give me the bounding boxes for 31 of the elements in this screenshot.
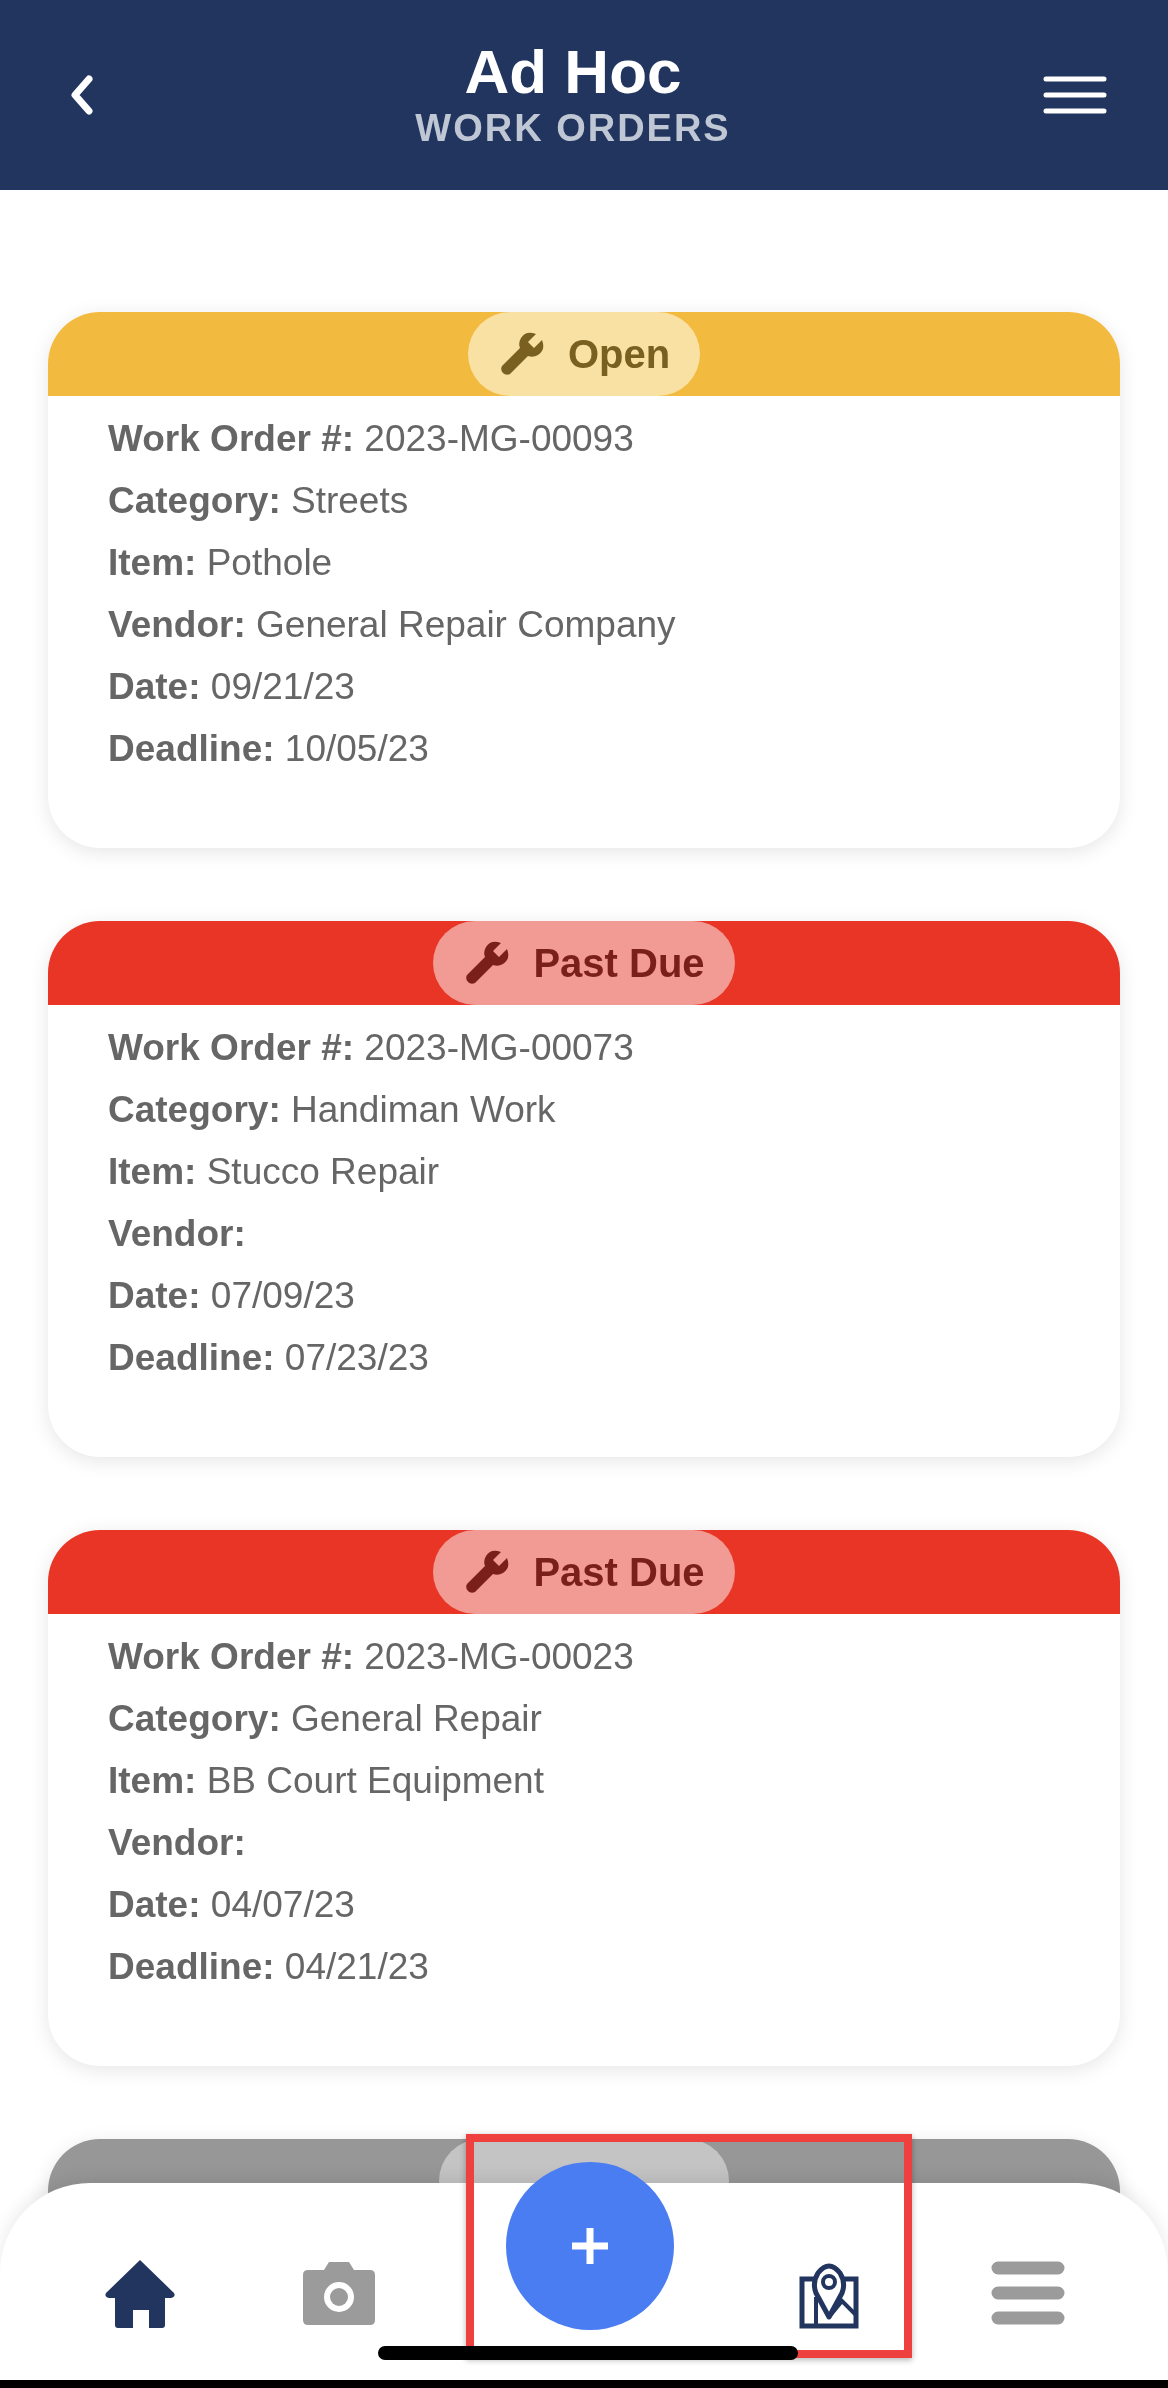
detail-line: Deadline: 04/21/23 — [108, 1945, 430, 1989]
status-label: Past Due — [533, 1549, 705, 1596]
detail-line: Item: Pothole — [108, 541, 334, 585]
plus-icon — [569, 2225, 611, 2267]
detail-line: Deadline: 10/05/23 — [108, 727, 430, 771]
detail-line: Item: Stucco Repair — [108, 1150, 441, 1194]
detail-line: Category: Handiman Work — [108, 1088, 557, 1132]
detail-line: Work Order #: 2023-MG-00073 — [108, 1026, 635, 1070]
status-label: Open — [567, 331, 671, 378]
detail-line: Category: Streets — [108, 479, 410, 523]
work-order-card[interactable]: Past Due Work Order #: 2023-MG-00073 Category: Handiman Work Item: Stucco Repair Vendor: Date: 07/09/23 Deadline: 07/23/23 — [48, 921, 1120, 1457]
detail-line: Deadline: 07/23/23 — [108, 1336, 430, 1380]
detail-line: Date: 07/09/23 — [108, 1274, 356, 1318]
detail-line: Vendor: — [108, 1821, 247, 1865]
work-order-card[interactable]: Open Work Order #: 2023-MG-00093 Category: Streets Item: Pothole Vendor: General Repair Company Date: 09/21/23 Deadline: 10/05/23 — [48, 312, 1120, 848]
detail-line: Work Order #: 2023-MG-00023 — [108, 1635, 635, 1679]
page-title: Ad Hoc — [464, 38, 682, 107]
menu-icon — [991, 2260, 1066, 2326]
detail-line: Date: 04/07/23 — [108, 1883, 356, 1927]
detail-line: Category: General Repair — [108, 1697, 543, 1741]
status-label: Past Due — [533, 940, 705, 987]
menu-icon — [1043, 76, 1107, 114]
detail-line: Vendor: — [108, 1212, 247, 1256]
work-order-card[interactable]: Past Due Work Order #: 2023-MG-00023 Category: General Repair Item: BB Court Equipment Vendor: Date: 04/07/23 Deadline: 04/21/23 — [48, 1530, 1120, 2066]
camera-icon — [302, 2260, 377, 2326]
detail-line: Work Order #: 2023-MG-00093 — [108, 417, 635, 461]
back-icon — [69, 75, 95, 115]
detail-line: Date: 09/21/23 — [108, 665, 356, 709]
page-subtitle: WORK ORDERS — [415, 106, 731, 152]
detail-line: Item: BB Court Equipment — [108, 1759, 545, 1803]
detail-line: Vendor: General Repair Company — [108, 603, 677, 647]
